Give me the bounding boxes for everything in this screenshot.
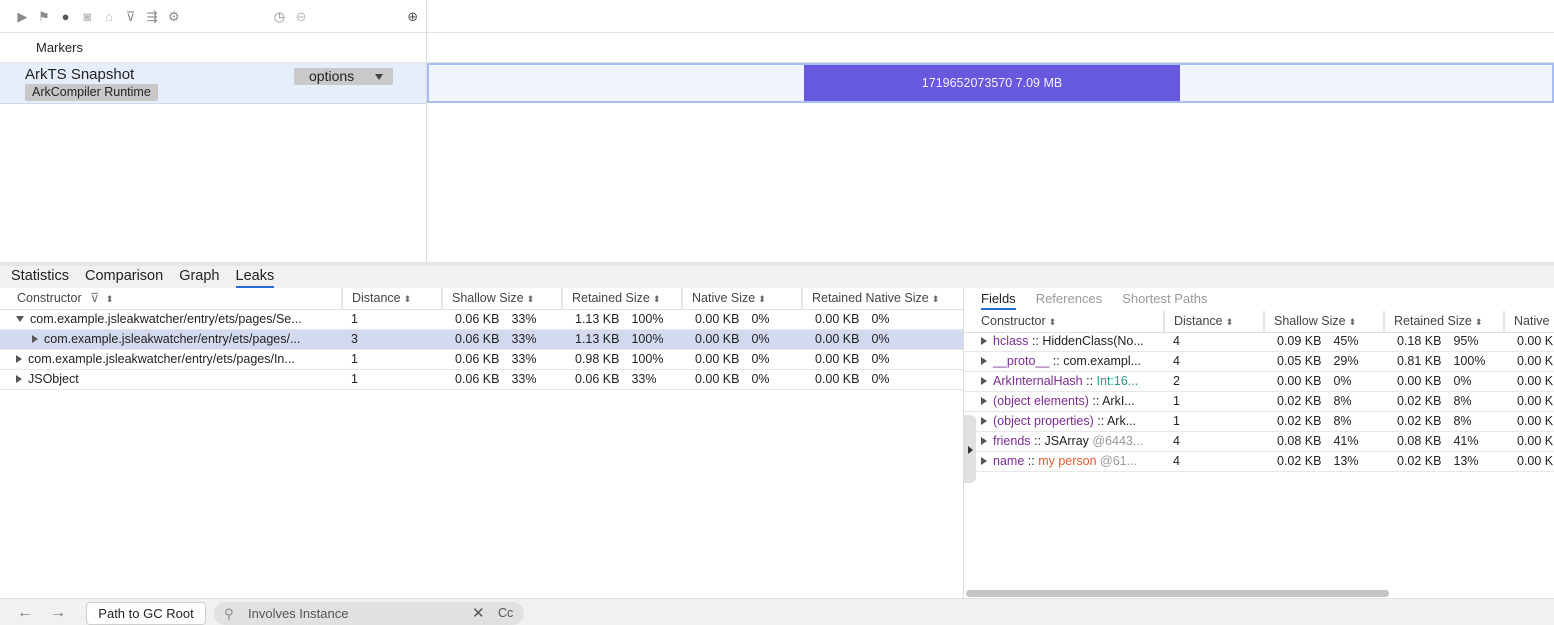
column-header[interactable]: Shallow Size ⬍ (441, 288, 561, 309)
leaks-table: Constructor ⊽ ⬍ Distance ⬍ Shallow Size ⬍ … (0, 288, 964, 598)
table-row[interactable]: com.example.jsleakwatcher/entry/ets/page… (0, 310, 963, 330)
add-icon[interactable]: ⊕ (404, 8, 421, 25)
clear-icon[interactable]: ✕ (472, 602, 485, 625)
table-row[interactable]: JSObject 1 0.06 KB 33% 0.06 KB 33% 0.00 KB… (0, 370, 963, 390)
column-header[interactable]: Retained Native Size ⬍ (801, 288, 961, 309)
table-header: Constructor ⊽ ⬍ Distance ⬍ Shallow Size ⬍ … (0, 288, 963, 310)
tab-comparison[interactable]: Comparison (85, 267, 163, 288)
expand-right-icon[interactable] (981, 436, 987, 445)
flag-icon[interactable]: ⚑ (36, 8, 53, 25)
filter-icon[interactable]: ⊽ (90, 291, 99, 305)
sort-icon[interactable]: ⬍ (1226, 317, 1234, 327)
fields-list: hclass :: HiddenClass(No... 4 0.09 KB 45% 0.… (964, 332, 1554, 472)
markers-row: Markers (0, 33, 426, 63)
case-sensitive-toggle[interactable]: Cc (498, 602, 513, 625)
filter-icon[interactable]: ⊽ (122, 8, 139, 25)
play-icon[interactable]: ▶ (14, 8, 31, 25)
expand-right-icon[interactable] (981, 416, 987, 425)
fields-header: Constructor ⬍ Distance ⬍ Shallow Size ⬍ Ret… (964, 311, 1554, 333)
tab-leaks[interactable]: Leaks (235, 267, 275, 288)
minus-icon[interactable]: ⊖ (293, 8, 310, 25)
expand-right-icon[interactable] (981, 396, 987, 405)
gear-icon[interactable]: ⚙ (165, 8, 182, 25)
expand-down-icon[interactable] (16, 315, 24, 322)
field-row[interactable]: ArkInternalHash :: Int:16... 2 0.00 KB 0% 0.… (964, 372, 1554, 392)
field-row[interactable]: hclass :: HiddenClass(No... 4 0.09 KB 45% 0.… (964, 332, 1554, 352)
options-dropdown[interactable]: options (294, 68, 393, 85)
tab-graph[interactable]: Graph (179, 267, 219, 288)
snapshot-title: ArkTS Snapshot (25, 66, 135, 83)
caret-down-icon (375, 74, 383, 80)
snapshot-timeline[interactable]: 1719652073570 7.09 MB (427, 63, 1554, 103)
forward-arrow-icon[interactable]: → (50, 604, 66, 622)
sort-icon[interactable]: ⬍ (404, 294, 412, 304)
column-header[interactable]: Shallow Size ⬍ (1263, 311, 1383, 332)
expand-right-icon[interactable] (981, 336, 987, 345)
stack-icon[interactable]: ⌂ (101, 8, 118, 25)
expand-right-icon[interactable] (16, 354, 22, 363)
sort-icon[interactable]: ⬍ (653, 294, 661, 304)
timeline-panel: 1719652073570 7.09 MB (427, 0, 1554, 262)
snapshot-row[interactable]: ArkTS Snapshot ArkCompiler Runtime optio… (0, 63, 426, 104)
sort-icon[interactable]: ⬍ (932, 294, 940, 304)
field-row[interactable]: name :: my person @61... 4 0.02 KB 13% 0.02 … (964, 452, 1554, 472)
expand-right-icon[interactable] (968, 446, 973, 454)
table-row-selected[interactable]: com.example.jsleakwatcher/entry/ets/page… (0, 330, 963, 350)
field-row[interactable]: friends :: JSArray @6443... 4 0.08 KB 41% 0.… (964, 432, 1554, 452)
runtime-badge: ArkCompiler Runtime (25, 84, 158, 101)
sort-icon[interactable]: ⬍ (527, 294, 535, 304)
field-row[interactable]: (object elements) :: ArkI... 1 0.02 KB 8% 0.… (964, 392, 1554, 412)
column-header[interactable]: Constructor ⬍ (972, 311, 1164, 332)
snapshot-bar-label: 1719652073570 7.09 MB (921, 76, 1063, 90)
sort-icon[interactable]: ⬍ (758, 294, 766, 304)
column-header[interactable]: Distance ⬍ (341, 288, 441, 309)
share-icon[interactable]: ⇶ (144, 8, 161, 25)
column-header[interactable]: Retained Size ⬍ (561, 288, 681, 309)
bottom-bar: ← → Path to GC Root ⚲ ✕ Cc (0, 598, 1554, 625)
field-row[interactable]: __proto__ :: com.exampl... 4 0.05 KB 29% 0.8… (964, 352, 1554, 372)
column-header[interactable]: Constructor ⊽ ⬍ (8, 288, 341, 309)
sort-icon[interactable]: ⬍ (1475, 317, 1483, 327)
search-box: ⚲ ✕ Cc (214, 602, 524, 625)
column-header[interactable]: Native (1503, 311, 1554, 332)
sort-icon[interactable]: ⬍ (1349, 317, 1357, 327)
detail-tabs: Fields References Shortest Paths (964, 288, 1554, 310)
tab-fields[interactable]: Fields (981, 288, 1016, 310)
column-header[interactable]: Distance ⬍ (1163, 311, 1263, 332)
tab-bar: Statistics Comparison Graph Leaks (0, 266, 1554, 288)
session-panel: ▶ ⚑ ● ◙ ⌂ ⊽ ⇶ ⚙ ◷ ⊖ ⊕ Markers ArkTS Snap… (0, 0, 427, 262)
camera-icon[interactable]: ◙ (79, 8, 96, 25)
tab-references[interactable]: References (1036, 288, 1102, 310)
tab-shortest-paths[interactable]: Shortest Paths (1122, 288, 1207, 310)
timer-icon[interactable]: ◷ (271, 8, 288, 25)
column-header[interactable]: Native Size ⬍ (681, 288, 801, 309)
field-row[interactable]: (object properties) :: Ark... 1 0.02 KB 8% 0… (964, 412, 1554, 432)
back-arrow-icon[interactable]: ← (17, 604, 33, 622)
toolbar: ▶ ⚑ ● ◙ ⌂ ⊽ ⇶ ⚙ ◷ ⊖ ⊕ (0, 0, 426, 33)
expand-right-icon[interactable] (981, 376, 987, 385)
expand-right-icon[interactable] (981, 356, 987, 365)
sort-icon[interactable]: ⬍ (1049, 317, 1057, 327)
horizontal-scrollbar[interactable] (966, 590, 1389, 597)
record-icon[interactable]: ● (57, 8, 74, 25)
search-input[interactable] (248, 602, 468, 625)
options-label: options (309, 68, 355, 84)
expand-right-icon[interactable] (981, 456, 987, 465)
column-header[interactable]: Retained Size ⬍ (1383, 311, 1503, 332)
expand-right-icon[interactable] (32, 334, 38, 343)
sort-icon[interactable]: ⬍ (106, 294, 114, 304)
path-to-gc-root-button[interactable]: Path to GC Root (86, 602, 206, 625)
markers-label: Markers (36, 40, 83, 55)
expand-right-icon[interactable] (16, 374, 22, 383)
table-row[interactable]: com.example.jsleakwatcher/entry/ets/page… (0, 350, 963, 370)
search-icon: ⚲ (224, 606, 234, 621)
snapshot-bar[interactable]: 1719652073570 7.09 MB (804, 65, 1180, 101)
tab-statistics[interactable]: Statistics (11, 267, 69, 288)
